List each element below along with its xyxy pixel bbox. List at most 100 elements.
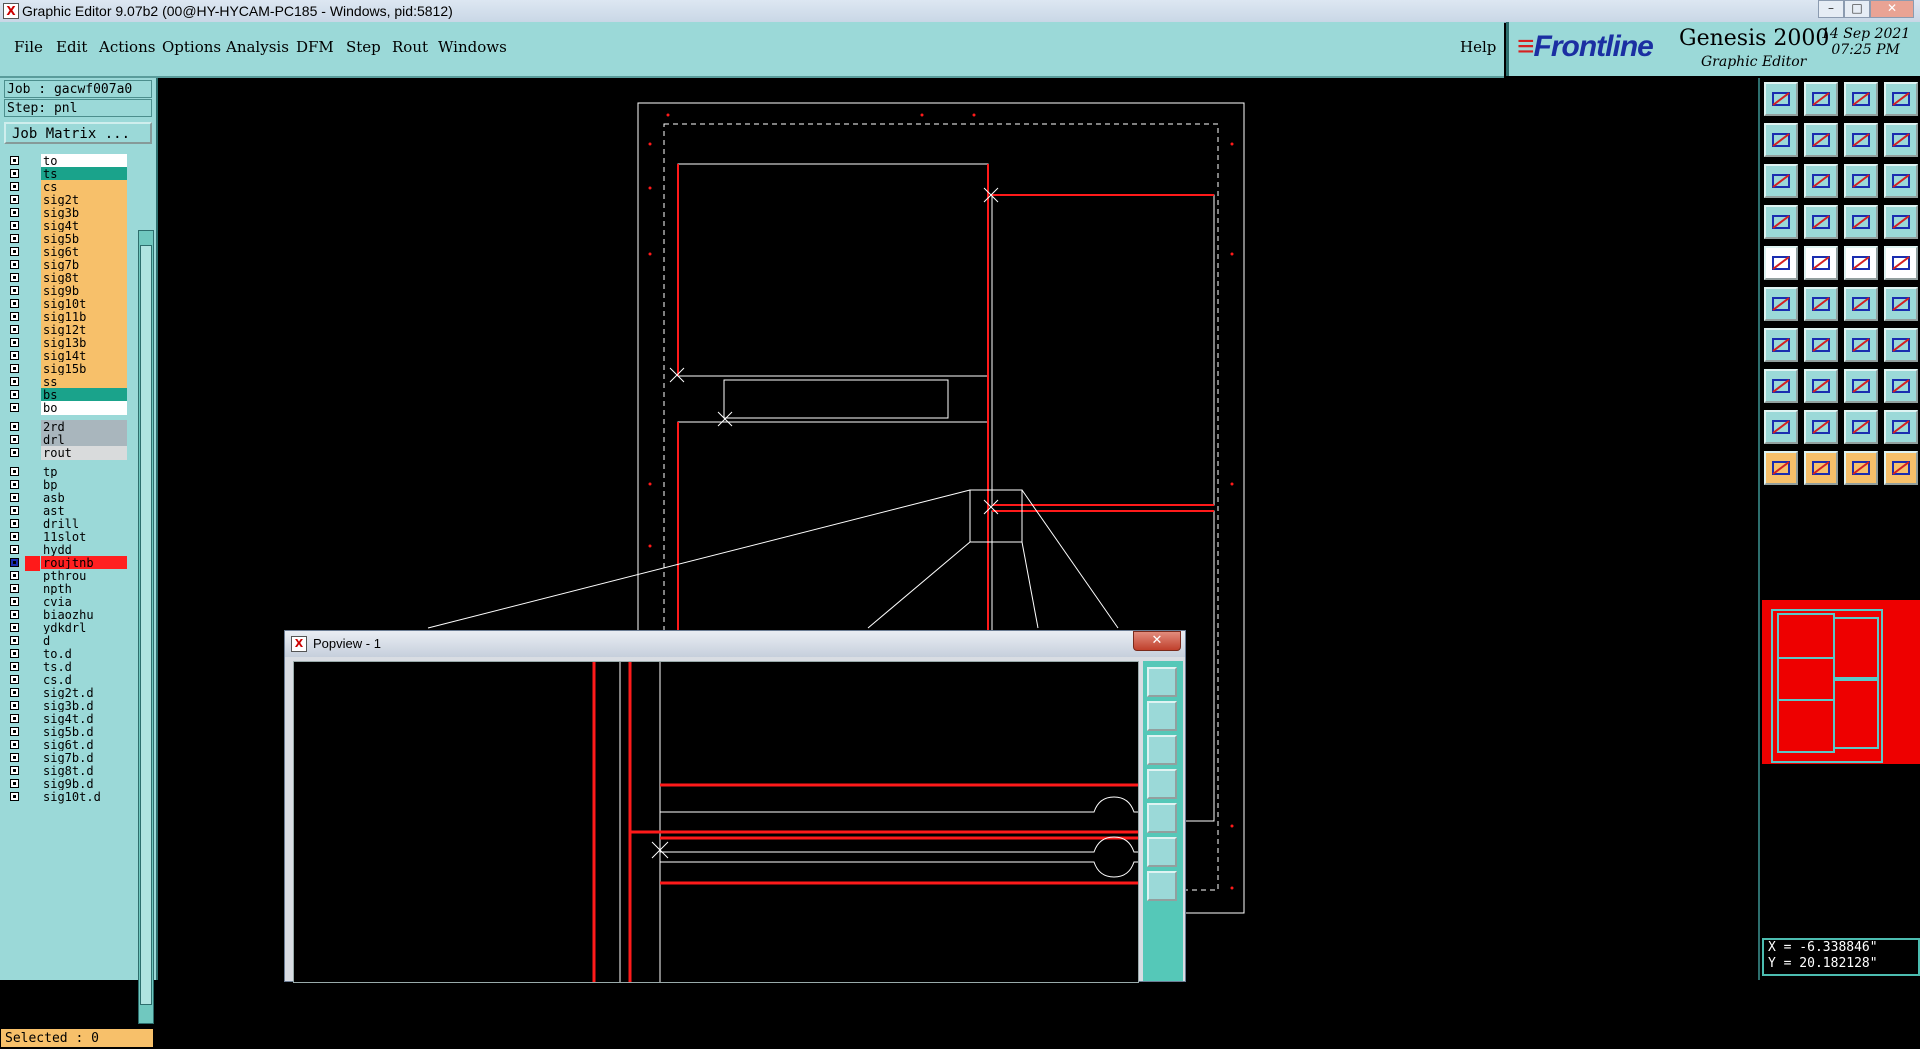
layer-affected-checkbox[interactable] (10, 753, 19, 762)
layer-affected-checkbox[interactable] (10, 532, 19, 541)
window-icon[interactable] (1884, 123, 1918, 157)
popview-pan-right-icon[interactable] (1147, 803, 1177, 833)
snap-pointer-icon[interactable] (1884, 451, 1918, 485)
connect-icon[interactable] (1844, 287, 1878, 321)
line-icon[interactable] (1804, 246, 1838, 280)
zoom-icon[interactable] (1804, 164, 1838, 198)
layer-affected-checkbox[interactable] (10, 403, 19, 412)
layer-affected-checkbox[interactable] (10, 182, 19, 191)
next-icon[interactable] (1804, 123, 1838, 157)
popview-close-button[interactable]: ✕ (1133, 631, 1181, 651)
minimap-overview[interactable] (1762, 600, 1920, 764)
layer-affected-checkbox[interactable] (10, 208, 19, 217)
select-icon[interactable] (1804, 451, 1838, 485)
previous-icon[interactable] (1764, 123, 1798, 157)
move-icon[interactable] (1884, 287, 1918, 321)
minus-icon[interactable] (1804, 369, 1838, 403)
layer-affected-checkbox[interactable] (10, 422, 19, 431)
ruler-icon[interactable] (1844, 246, 1878, 280)
popview-pan-left-icon[interactable] (1147, 769, 1177, 799)
popview-fit-icon[interactable] (1147, 667, 1177, 697)
layer-affected-checkbox[interactable] (10, 299, 19, 308)
layer-affected-checkbox[interactable] (10, 701, 19, 710)
layer-affected-checkbox[interactable] (10, 558, 19, 567)
layer-affected-checkbox[interactable] (10, 351, 19, 360)
menu-actions[interactable]: Actions (99, 38, 155, 56)
menu-analysis[interactable]: Analysis (226, 38, 289, 56)
layer-affected-checkbox[interactable] (10, 156, 19, 165)
layer-affected-checkbox[interactable] (10, 597, 19, 606)
home-icon[interactable] (1844, 82, 1878, 116)
layer-affected-checkbox[interactable] (10, 273, 19, 282)
slash-icon[interactable] (1804, 328, 1838, 362)
pad-icon[interactable] (1764, 246, 1798, 280)
layer-affected-checkbox[interactable] (10, 448, 19, 457)
popview-titlebar[interactable]: X Popview - 1 ✕ (285, 631, 1185, 657)
layer-affected-checkbox[interactable] (10, 364, 19, 373)
scrollbar-thumb[interactable] (140, 245, 152, 1005)
grid-icon[interactable] (1804, 205, 1838, 239)
menu-windows[interactable]: Windows (438, 38, 507, 56)
layer-affected-checkbox[interactable] (10, 688, 19, 697)
layer-affected-checkbox[interactable] (10, 195, 19, 204)
layer-affected-checkbox[interactable] (10, 286, 19, 295)
cross-icon[interactable] (1804, 287, 1838, 321)
popview-zoom-in-icon[interactable] (1147, 837, 1177, 867)
menu-edit[interactable]: Edit (56, 38, 87, 56)
layer-affected-checkbox[interactable] (10, 377, 19, 386)
a-bold-icon[interactable] (1844, 410, 1878, 444)
draw-line-icon[interactable] (1764, 328, 1798, 362)
layer-affected-checkbox[interactable] (10, 584, 19, 593)
layer-affected-checkbox[interactable] (10, 480, 19, 489)
layer-affected-checkbox[interactable] (10, 675, 19, 684)
layer-affected-checkbox[interactable] (10, 493, 19, 502)
layer-affected-checkbox[interactable] (10, 727, 19, 736)
layer-affected-checkbox[interactable] (10, 714, 19, 723)
layer-affected-checkbox[interactable] (10, 325, 19, 334)
popview-zoom-out-icon[interactable] (1147, 871, 1177, 901)
layer-affected-checkbox[interactable] (10, 792, 19, 801)
layer-affected-checkbox[interactable] (10, 571, 19, 580)
scale-icon[interactable] (1844, 164, 1878, 198)
copy-icon[interactable] (1884, 369, 1918, 403)
triangle-icon[interactable] (1764, 410, 1798, 444)
node-icon[interactable] (1764, 287, 1798, 321)
menu-file[interactable]: File (14, 38, 43, 56)
popview-pan-down-icon[interactable] (1147, 735, 1177, 765)
menu-dfm[interactable]: DFM (296, 38, 334, 56)
layer-affected-checkbox[interactable] (10, 545, 19, 554)
layer-display-swatch[interactable] (25, 401, 40, 416)
popview-canvas[interactable] (293, 661, 1139, 983)
layout-icon[interactable] (1884, 82, 1918, 116)
menu-step[interactable]: Step (346, 38, 381, 56)
measure-icon[interactable] (1844, 369, 1878, 403)
layer-affected-checkbox[interactable] (10, 662, 19, 671)
split-icon[interactable] (1884, 328, 1918, 362)
layer-display-swatch[interactable] (25, 446, 40, 461)
minimize-button[interactable]: – (1818, 0, 1844, 18)
swap-icon[interactable] (1844, 123, 1878, 157)
layer-row-bo[interactable]: bo (4, 401, 134, 416)
layer-affected-checkbox[interactable] (10, 169, 19, 178)
menu-rout[interactable]: Rout (392, 38, 428, 56)
layer-row-rout[interactable]: rout (4, 446, 134, 461)
step-up-icon[interactable] (1764, 82, 1798, 116)
a-arc-icon[interactable] (1884, 410, 1918, 444)
layer-affected-checkbox[interactable] (10, 766, 19, 775)
step-down-icon[interactable] (1804, 82, 1838, 116)
layer-affected-checkbox[interactable] (10, 221, 19, 230)
layer-row-sig10t-d[interactable]: sig10t.d (4, 790, 134, 805)
close-button[interactable]: ✕ (1870, 0, 1914, 18)
a-icon[interactable] (1804, 410, 1838, 444)
layer-affected-checkbox[interactable] (10, 234, 19, 243)
layer-affected-checkbox[interactable] (10, 338, 19, 347)
layer-display-swatch[interactable] (25, 790, 40, 805)
pointer-icon[interactable] (1764, 451, 1798, 485)
feature-filter-icon[interactable] (1844, 205, 1878, 239)
menu-options[interactable]: Options (162, 38, 221, 56)
layer-affected-checkbox[interactable] (10, 519, 19, 528)
snap-icon[interactable] (1764, 205, 1798, 239)
select-area-icon[interactable] (1844, 451, 1878, 485)
layer-affected-checkbox[interactable] (10, 610, 19, 619)
layer-affected-checkbox[interactable] (10, 247, 19, 256)
